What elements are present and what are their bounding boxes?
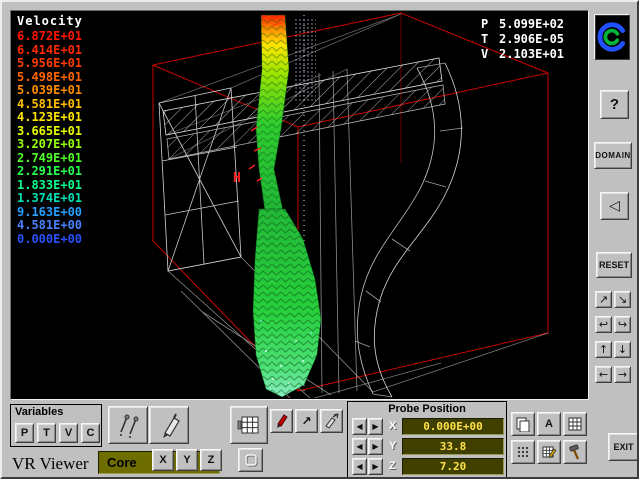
variable-c-button[interactable]: C bbox=[81, 423, 100, 443]
probe-pins-icon bbox=[114, 412, 142, 438]
legend-entry: 6.872E+01 bbox=[17, 30, 83, 44]
pen-arrow-button[interactable] bbox=[320, 409, 343, 433]
domain-button[interactable]: DOMAIN bbox=[594, 142, 632, 169]
readout-value: 5.099E+02 bbox=[499, 17, 564, 32]
rotate-ccw-button[interactable]: ↩ bbox=[595, 316, 612, 333]
probe-z-value[interactable]: 7.20 bbox=[402, 458, 504, 475]
rotate-ne-button[interactable]: ↗ bbox=[595, 291, 612, 308]
readout-label: P bbox=[481, 17, 499, 32]
pen-arrow-icon bbox=[324, 413, 340, 429]
app-logo-icon bbox=[596, 21, 628, 53]
readout-row: P5.099E+02 bbox=[481, 17, 564, 32]
variables-title: Variables bbox=[11, 406, 101, 418]
table-edit-icon bbox=[541, 444, 557, 460]
table-edit-button[interactable] bbox=[537, 440, 561, 464]
red-bounding-box bbox=[153, 13, 548, 391]
readout-label: V bbox=[481, 47, 499, 62]
vr-viewer-label: VR Viewer bbox=[12, 454, 89, 474]
probe-x-label: X bbox=[389, 420, 396, 432]
readout-row: T2.906E-05 bbox=[481, 32, 564, 47]
legend-entry: 1.833E+01 bbox=[17, 179, 83, 193]
axis-x-button[interactable]: X bbox=[152, 449, 174, 471]
red-pen-icon bbox=[274, 413, 290, 429]
probe-x-value[interactable]: 0.000E+00 bbox=[402, 418, 504, 435]
legend-entry: 5.498E+01 bbox=[17, 71, 83, 85]
legend-entry: 3.207E+01 bbox=[17, 138, 83, 152]
viewport-3d[interactable]: Velocity 6.872E+01 6.414E+01 5.956E+01 5… bbox=[10, 10, 589, 400]
readout-value: 2.103E+01 bbox=[499, 47, 564, 62]
grid-tool-icon bbox=[236, 412, 262, 438]
legend-entry: 6.414E+01 bbox=[17, 44, 83, 58]
legend-entry: 2.749E+01 bbox=[17, 152, 83, 166]
pan-left-button[interactable]: ← bbox=[595, 366, 612, 383]
particle-source-region bbox=[294, 19, 316, 103]
text-annotation-button[interactable]: A bbox=[537, 412, 561, 436]
probe-y-value[interactable]: 33.8 bbox=[402, 438, 504, 455]
legend-entry: 5.039E+01 bbox=[17, 84, 83, 98]
legend-entry: 4.581E+00 bbox=[17, 219, 83, 233]
swatch-button[interactable] bbox=[238, 448, 263, 472]
probe-x-dec-button[interactable]: ◀ bbox=[352, 418, 367, 435]
legend-entry: 2.291E+01 bbox=[17, 165, 83, 179]
legend-entry: 9.163E+00 bbox=[17, 206, 83, 220]
readout-label: T bbox=[481, 32, 499, 47]
probe-position-title: Probe Position bbox=[348, 403, 506, 415]
legend-entry: 0.000E+00 bbox=[17, 233, 83, 247]
axis-z-button[interactable]: Z bbox=[200, 449, 222, 471]
legend-entry: 4.123E+01 bbox=[17, 111, 83, 125]
readout-value: 2.906E-05 bbox=[499, 32, 564, 47]
rotate-cw-button[interactable]: ↪ bbox=[614, 316, 631, 333]
mesh-grid-icon bbox=[567, 416, 583, 432]
copy-pages-button[interactable] bbox=[511, 412, 535, 436]
mesh-grid-button[interactable] bbox=[563, 412, 587, 436]
probe-x-inc-button[interactable]: ▶ bbox=[368, 418, 383, 435]
legend-entry: 1.374E+01 bbox=[17, 192, 83, 206]
rotate-se-button[interactable]: ↘ bbox=[614, 291, 631, 308]
pan-up-button[interactable]: ↑ bbox=[595, 341, 612, 358]
probe-y-dec-button[interactable]: ◀ bbox=[352, 438, 367, 455]
legend-entry: 5.956E+01 bbox=[17, 57, 83, 71]
dots-grid-icon bbox=[515, 444, 531, 460]
tool-hammer-button[interactable] bbox=[563, 440, 587, 464]
legend-entry: 4.581E+01 bbox=[17, 98, 83, 112]
probe-z-label: Z bbox=[389, 460, 396, 472]
pan-down-button[interactable]: ↓ bbox=[614, 341, 631, 358]
pen-icon bbox=[155, 412, 183, 439]
exit-button[interactable]: EXIT bbox=[608, 433, 639, 461]
swatch-outline-icon bbox=[243, 452, 259, 468]
legend-entry: 3.665E+01 bbox=[17, 125, 83, 139]
variable-v-button[interactable]: V bbox=[59, 423, 78, 443]
velocity-legend: Velocity 6.872E+01 6.414E+01 5.956E+01 5… bbox=[17, 14, 83, 246]
paint-pen-button[interactable] bbox=[149, 406, 189, 444]
scene-canvas bbox=[11, 11, 588, 398]
probe-z-inc-button[interactable]: ▶ bbox=[368, 458, 383, 475]
axis-y-button[interactable]: Y bbox=[176, 449, 198, 471]
dots-grid-button[interactable] bbox=[511, 440, 535, 464]
grid-tool-button[interactable] bbox=[230, 406, 268, 444]
probe-y-label: Y bbox=[389, 440, 396, 452]
h-probe-marker: H bbox=[233, 171, 241, 186]
legend-title: Velocity bbox=[17, 14, 83, 28]
help-button[interactable]: ? bbox=[600, 90, 629, 119]
variable-p-button[interactable]: P bbox=[15, 423, 34, 443]
logo-button[interactable] bbox=[594, 14, 630, 60]
pan-right-button[interactable]: → bbox=[614, 366, 631, 383]
launch-arrow-button[interactable]: ↗ bbox=[295, 409, 318, 433]
readout-row: V2.103E+01 bbox=[481, 47, 564, 62]
variable-t-button[interactable]: T bbox=[37, 423, 56, 443]
probe-z-dec-button[interactable]: ◀ bbox=[352, 458, 367, 475]
reset-button[interactable]: RESET bbox=[596, 252, 632, 278]
probe-pins-button[interactable] bbox=[108, 406, 148, 444]
variables-group: Variables P T V C bbox=[10, 404, 102, 447]
copy-pages-icon bbox=[515, 416, 531, 432]
probe-position-group: Probe Position ◀ ▶ X 0.000E+00 ◀ ▶ Y 33.… bbox=[347, 401, 507, 478]
wireframe-model bbox=[159, 14, 548, 398]
probe-readouts: P5.099E+02 T2.906E-05 V2.103E+01 bbox=[481, 17, 564, 62]
probe-y-inc-button[interactable]: ▶ bbox=[368, 438, 383, 455]
app-window: Velocity 6.872E+01 6.414E+01 5.956E+01 5… bbox=[0, 0, 639, 479]
red-pen-button[interactable] bbox=[270, 409, 293, 433]
hammer-icon bbox=[567, 444, 583, 460]
pointer-mode-button[interactable]: ◁ bbox=[600, 192, 629, 220]
